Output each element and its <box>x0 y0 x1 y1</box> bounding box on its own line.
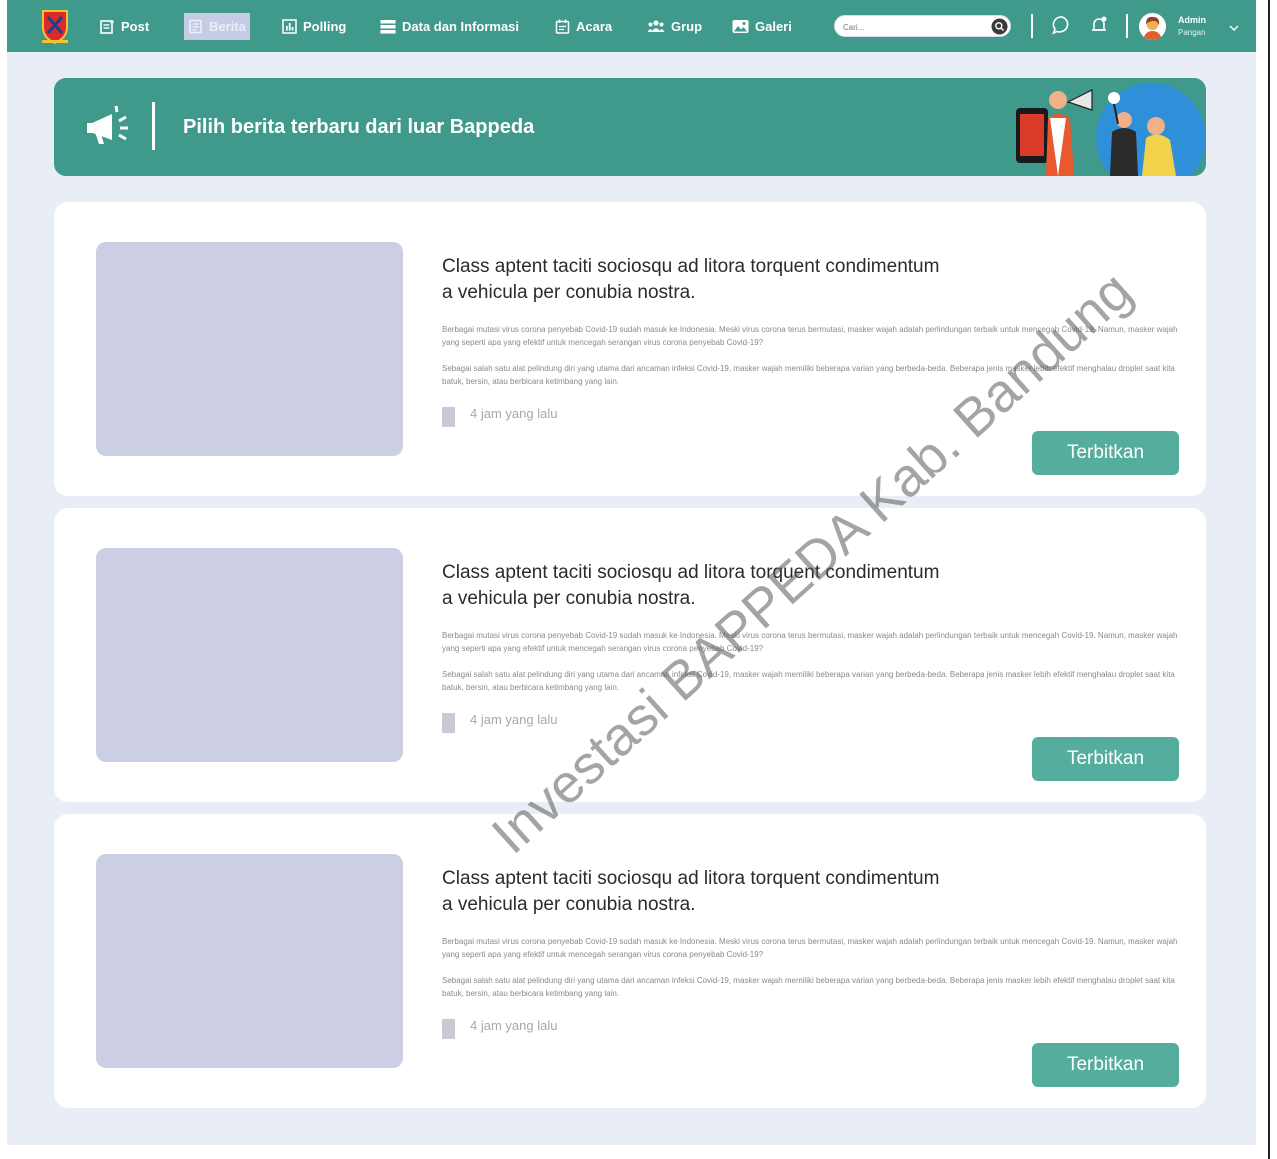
news-excerpt: Berbagai mutasi virus corona penyebab Co… <box>442 325 1178 347</box>
app-frame: Post Berita Polling Data dan Informasi A… <box>7 0 1256 1145</box>
nav-item-grup[interactable]: Grup <box>647 14 702 38</box>
protest-illustration <box>1006 78 1206 176</box>
nav-label-acara: Acara <box>576 18 613 34</box>
news-icon <box>189 19 202 34</box>
news-title-line: Class aptent taciti sociosqu ad litora t… <box>442 868 940 889</box>
news-title-line: a vehicula per conubia nostra. <box>442 588 696 609</box>
news-title-line: a vehicula per conubia nostra. <box>442 894 696 915</box>
user-name: Admin <box>1178 15 1206 25</box>
news-card: Class aptent taciti sociosqu ad litora t… <box>54 814 1206 1108</box>
post-icon <box>100 19 114 34</box>
window-edge <box>1268 0 1270 1159</box>
logo[interactable] <box>40 9 70 45</box>
group-icon <box>647 20 665 32</box>
news-excerpt: Sebagai salah satu alat pelindung diri y… <box>442 364 1175 386</box>
news-timestamp: 4 jam yang lalu <box>470 1018 558 1033</box>
nav-label-data-informasi: Data dan Informasi <box>402 18 520 34</box>
chevron-down-icon[interactable] <box>1229 19 1239 37</box>
avatar[interactable] <box>1139 13 1166 40</box>
news-excerpt: Sebagai salah satu alat pelindung diri y… <box>442 976 1175 998</box>
news-excerpt: Berbagai mutasi virus corona penyebab Co… <box>442 631 1178 653</box>
nav-item-berita[interactable]: Berita <box>184 13 250 40</box>
news-thumbnail[interactable] <box>96 548 403 762</box>
time-marker <box>442 1019 455 1039</box>
banner-title: Pilih berita terbaru dari luar Bappeda <box>183 116 535 138</box>
news-title[interactable]: Class aptent taciti sociosqu ad litora t… <box>442 254 1042 306</box>
nav-divider <box>1031 14 1033 38</box>
user-role: Pangan <box>1178 28 1206 37</box>
nav-divider <box>1126 14 1128 38</box>
database-icon <box>380 19 396 33</box>
polling-icon <box>282 18 297 34</box>
top-navbar: Post Berita Polling Data dan Informasi A… <box>7 0 1256 52</box>
news-timestamp: 4 jam yang lalu <box>470 712 558 727</box>
bell-icon[interactable] <box>1089 15 1109 40</box>
nav-item-acara[interactable]: Acara <box>555 14 612 38</box>
calendar-icon <box>555 19 570 34</box>
nav-item-galeri[interactable]: Galeri <box>732 14 792 38</box>
gallery-icon <box>732 19 749 33</box>
nav-label-galeri: Galeri <box>755 18 792 34</box>
news-title-line: Class aptent taciti sociosqu ad litora t… <box>442 562 940 583</box>
search-input[interactable] <box>841 19 985 35</box>
nav-item-polling[interactable]: Polling <box>282 14 346 38</box>
publish-button[interactable]: Terbitkan <box>1032 431 1179 475</box>
news-thumbnail[interactable] <box>96 854 403 1068</box>
nav-item-data-informasi[interactable]: Data dan Informasi <box>380 14 519 38</box>
publish-button[interactable]: Terbitkan <box>1032 1043 1179 1087</box>
nav-item-post[interactable]: Post <box>100 14 149 38</box>
nav-label-polling: Polling <box>303 18 347 34</box>
news-title-line: a vehicula per conubia nostra. <box>442 282 696 303</box>
time-marker <box>442 407 455 427</box>
news-excerpt: Sebagai salah satu alat pelindung diri y… <box>442 670 1175 692</box>
chat-icon[interactable] <box>1052 15 1072 40</box>
news-card: Class aptent taciti sociosqu ad litora t… <box>54 202 1206 496</box>
nav-label-grup: Grup <box>671 18 703 34</box>
news-timestamp: 4 jam yang lalu <box>470 406 558 421</box>
banner-divider <box>152 102 155 150</box>
search-icon[interactable] <box>991 18 1008 40</box>
megaphone-icon <box>86 102 136 155</box>
nav-label-berita: Berita <box>209 19 246 34</box>
news-thumbnail[interactable] <box>96 242 403 456</box>
news-title[interactable]: Class aptent taciti sociosqu ad litora t… <box>442 866 1042 918</box>
page-banner: Pilih berita terbaru dari luar Bappeda <box>54 78 1206 176</box>
news-title[interactable]: Class aptent taciti sociosqu ad litora t… <box>442 560 1042 612</box>
news-title-line: Class aptent taciti sociosqu ad litora t… <box>442 256 940 277</box>
news-card: Class aptent taciti sociosqu ad litora t… <box>54 508 1206 802</box>
news-excerpt: Berbagai mutasi virus corona penyebab Co… <box>442 937 1178 959</box>
search-bar[interactable] <box>834 15 1011 37</box>
publish-button[interactable]: Terbitkan <box>1032 737 1179 781</box>
time-marker <box>442 713 455 733</box>
nav-label-post: Post <box>121 18 150 34</box>
